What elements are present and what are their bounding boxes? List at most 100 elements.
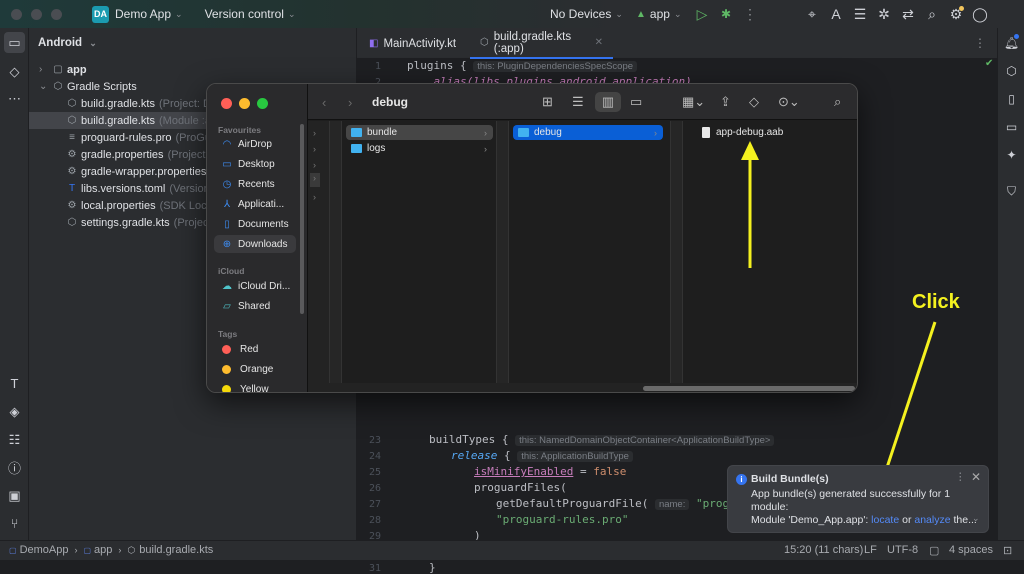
forward-icon[interactable]: › xyxy=(348,92,352,112)
finder-folder-row[interactable]: debug › xyxy=(513,125,663,140)
project-name-dropdown[interactable]: Demo App xyxy=(115,7,171,21)
run-icon[interactable]: ▷ xyxy=(690,2,714,26)
finder-tag-item[interactable]: Yellow xyxy=(214,380,296,392)
notifications-icon[interactable]: 🔔︎ xyxy=(1002,33,1021,52)
analyze-link[interactable]: analyze xyxy=(914,514,950,526)
breadcrumb-item[interactable]: app xyxy=(94,544,112,556)
group-icon[interactable]: ▦⌄ xyxy=(682,92,705,112)
locate-link[interactable]: locate xyxy=(871,514,899,526)
maximize-window-button[interactable] xyxy=(51,8,62,20)
action-menu-icon[interactable]: ⊙⌄ xyxy=(778,92,800,112)
translate-icon[interactable]: A xyxy=(824,2,848,26)
finder-sidebar-item[interactable]: ☁ iCloud Dri... xyxy=(214,277,296,295)
finder-folder-row[interactable]: bundle › xyxy=(346,125,493,140)
finder-close-button[interactable] xyxy=(221,98,232,109)
code-line[interactable]: isMinifyEnabled = false xyxy=(474,465,626,478)
expand-notification-icon[interactable]: ⌄ xyxy=(972,513,980,524)
horizontal-scrollbar[interactable] xyxy=(643,386,855,391)
inspection-ok-icon[interactable]: ✔ xyxy=(985,58,993,69)
icon-view-icon[interactable]: ⊞ xyxy=(542,92,553,112)
finder-sidebar-item[interactable]: ⊕ Downloads xyxy=(214,235,296,253)
minimize-window-button[interactable] xyxy=(31,8,42,20)
settings-icon[interactable]: ⚙ xyxy=(944,2,968,26)
version-control-dropdown[interactable]: Version control xyxy=(205,7,284,21)
lock-icon[interactable]: ⊡ xyxy=(1003,544,1012,557)
finder-sidebar-item[interactable]: ◷ Recents xyxy=(214,175,296,193)
breadcrumb-item[interactable]: build.gradle.kts xyxy=(139,544,213,556)
back-icon[interactable]: ‹ xyxy=(322,92,326,112)
editor-tabs: ◧ MainActivity.kt ⬡ build.gradle.kts (:a… xyxy=(357,28,997,59)
git-icon[interactable]: ⑂ xyxy=(4,513,25,534)
finder-tag-item[interactable]: Red xyxy=(214,340,296,358)
notification-close-icon[interactable]: ✕ xyxy=(971,470,981,484)
logcat-icon[interactable]: ☷ xyxy=(4,429,25,450)
resource-manager-icon[interactable]: ◇ xyxy=(4,61,25,82)
search-icon[interactable]: ⌕ xyxy=(920,2,944,26)
device-manager-icon[interactable]: ▯ xyxy=(1002,89,1021,108)
gallery-view-icon[interactable]: ▭ xyxy=(630,92,642,112)
gemini-icon[interactable]: ✦ xyxy=(1002,145,1021,164)
readonly-icon[interactable]: ▢ xyxy=(929,544,939,557)
inlay-hint: this: PluginDependenciesSpecScope xyxy=(473,61,638,72)
code-line[interactable]: "proguard-rules.pro" xyxy=(496,513,628,526)
project-icon[interactable]: ▭ xyxy=(4,32,25,53)
code-line[interactable]: plugins { this: PluginDependenciesSpecSc… xyxy=(407,59,638,72)
finder-sidebar-item[interactable]: ▯ Documents xyxy=(214,215,296,233)
device-selector[interactable]: No Devices xyxy=(550,7,611,21)
build-variants-icon[interactable]: ⌖ xyxy=(800,2,824,26)
code-line[interactable]: release { this: ApplicationBuildType xyxy=(451,449,633,462)
gem-icon[interactable]: ◈ xyxy=(4,401,25,422)
chevron-down-icon[interactable]: ⌄ xyxy=(39,81,51,92)
more-actions-icon[interactable]: ⋮ xyxy=(738,2,762,26)
code-line[interactable]: buildTypes { this: NamedDomainObjectCont… xyxy=(429,433,775,446)
finder-sidebar-item[interactable]: ▱ Shared xyxy=(214,297,296,315)
gradle-icon[interactable]: ⬡ xyxy=(1002,61,1021,80)
chevron-right-icon: › xyxy=(74,545,78,555)
chevron-right-icon[interactable]: › xyxy=(39,64,51,75)
finder-sidebar-item[interactable]: ⅄ Applicati... xyxy=(214,195,296,213)
project-view-selector[interactable]: Android ⌄ xyxy=(38,37,97,49)
list-view-icon[interactable]: ☰ xyxy=(572,92,584,112)
caret-position[interactable]: 15:20 (11 chars) xyxy=(784,544,863,556)
finder-sidebar-item[interactable]: ◠ AirDrop xyxy=(214,135,296,153)
finder-search-icon[interactable]: ⌕ xyxy=(834,92,841,112)
finder-minimize-button[interactable] xyxy=(239,98,250,109)
module-icon: ▢ xyxy=(9,545,17,555)
tree-item[interactable]: › ▢ app xyxy=(29,61,357,78)
tab-main-activity[interactable]: ◧ MainActivity.kt xyxy=(359,28,466,59)
build-icon[interactable]: T xyxy=(4,373,25,394)
tag-icon[interactable]: ◇ xyxy=(749,92,759,112)
breadcrumb-item[interactable]: DemoApp xyxy=(20,544,69,556)
column-view-icon[interactable]: ▥ xyxy=(595,92,621,112)
run-config-selector[interactable]: app xyxy=(650,7,670,21)
close-window-button[interactable] xyxy=(11,8,22,20)
account-icon[interactable]: ◯ xyxy=(968,2,992,26)
close-tab-icon[interactable]: ✕ xyxy=(595,37,603,48)
finder-sidebar-label: AirDrop xyxy=(238,138,272,150)
finder-tag-item[interactable]: Orange xyxy=(214,360,296,378)
notification-options-icon[interactable]: ⋮ xyxy=(955,471,966,483)
clock-icon: ◷ xyxy=(222,178,232,190)
running-devices-icon[interactable]: ▭ xyxy=(1002,117,1021,136)
sync-gradle-icon[interactable]: ☰ xyxy=(848,2,872,26)
share-icon[interactable]: ⇪ xyxy=(720,92,731,112)
more-icon[interactable]: ⋯ xyxy=(4,88,25,109)
tab-options-icon[interactable]: ⋮ xyxy=(974,36,986,50)
finder-folder-row[interactable]: logs › xyxy=(346,141,493,156)
device-manager-icon[interactable]: ⇄ xyxy=(896,2,920,26)
code-line[interactable]: proguardFiles( xyxy=(474,481,567,494)
finder-zoom-button[interactable] xyxy=(257,98,268,109)
security-shield-icon[interactable]: ⛉ xyxy=(1002,182,1021,201)
terminal-icon[interactable]: ▣ xyxy=(4,485,25,506)
debug-icon[interactable]: ✱ xyxy=(714,2,738,26)
finder-sidebar-item[interactable]: ▭ Desktop xyxy=(214,155,296,173)
file-encoding[interactable]: UTF-8 xyxy=(887,544,918,556)
folder-icon xyxy=(351,128,362,137)
bug-attach-icon[interactable]: ✲ xyxy=(872,2,896,26)
indent-setting[interactable]: 4 spaces xyxy=(949,544,993,556)
sidebar-scrollbar[interactable] xyxy=(300,124,304,314)
line-separator[interactable]: LF xyxy=(864,544,877,556)
tab-build-gradle-app[interactable]: ⬡ build.gradle.kts (:app) ✕ xyxy=(470,28,613,59)
finder-file-row[interactable]: app-debug.aab xyxy=(697,125,837,140)
problems-icon[interactable]: ⓘ xyxy=(4,457,25,478)
